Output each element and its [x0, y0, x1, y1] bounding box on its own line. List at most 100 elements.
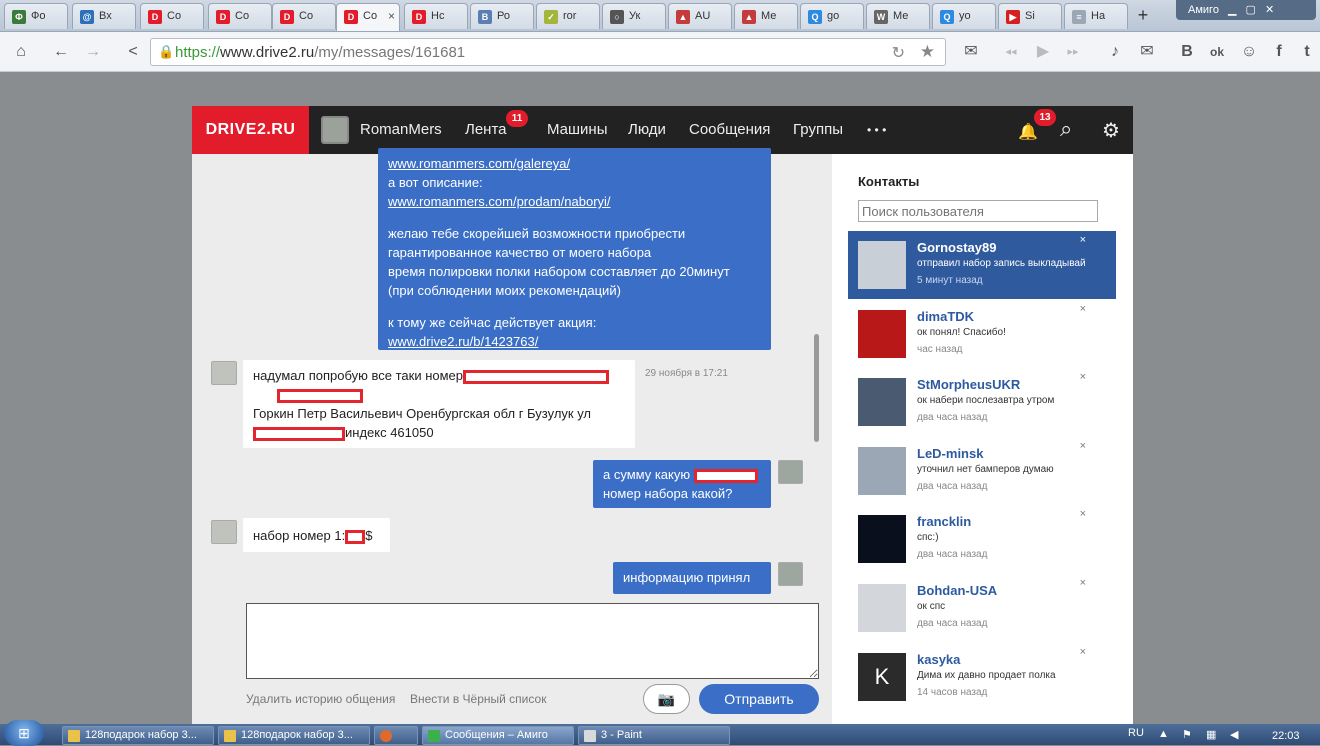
nav-feed[interactable]: Лента — [465, 121, 507, 138]
taskbar-item[interactable]: 128подарок набор 3... — [62, 726, 214, 745]
taskbar-item[interactable] — [374, 726, 418, 745]
back-icon[interactable]: ← — [48, 40, 74, 64]
blacklist-link[interactable]: Внести в Чёрный список — [410, 692, 546, 706]
close-icon[interactable]: × — [1080, 508, 1086, 520]
next-track-icon[interactable]: ▸▸ — [1060, 40, 1086, 64]
nav-cars[interactable]: Машины — [547, 121, 607, 138]
close-icon[interactable]: × — [1080, 440, 1086, 452]
mail-icon[interactable]: ✉ — [958, 40, 984, 64]
close-icon[interactable]: × — [1080, 646, 1086, 658]
address-bar[interactable]: 🔒 https://www.drive2.ru/my/messages/1616… — [150, 38, 946, 66]
nav-people[interactable]: Люди — [628, 121, 666, 138]
language-indicator[interactable]: RU — [1128, 727, 1144, 739]
contact-item[interactable]: LeD-minsk уточнил нет бамперов думаю два ч… — [848, 437, 1116, 505]
start-button[interactable]: ⊞ — [4, 720, 44, 746]
avatar[interactable] — [211, 361, 237, 385]
forward-icon[interactable]: → — [80, 40, 106, 64]
contact-time: час назад — [917, 343, 963, 355]
site-logo[interactable]: DRIVE2.RU — [192, 106, 309, 154]
new-tab-button[interactable]: + — [1130, 5, 1156, 27]
avatar[interactable] — [321, 116, 349, 144]
music-icon[interactable]: ♪ — [1102, 40, 1128, 64]
browser-tab[interactable]: ○ Ук — [602, 3, 666, 29]
contact-item[interactable]: francklin спс:) два часа назад × — [848, 505, 1116, 573]
browser-tab[interactable]: ▲ AU — [668, 3, 732, 29]
browser-tab[interactable]: D Со — [140, 3, 204, 29]
avatar[interactable] — [778, 460, 803, 484]
send-button[interactable]: Отправить — [699, 684, 819, 714]
browser-tab[interactable]: B Ро — [470, 3, 534, 29]
contact-search-input[interactable] — [858, 200, 1098, 222]
message-link[interactable]: www.romanmers.com/galereya/ — [388, 156, 570, 171]
tray-arrow-icon[interactable]: ▲ — [1158, 728, 1169, 740]
nav-messages[interactable]: Сообщения — [689, 121, 770, 138]
taskbar-item[interactable]: 3 - Paint — [578, 726, 730, 745]
close-icon[interactable]: × — [1080, 303, 1086, 315]
contact-item[interactable]: Bohdan-USA ок спс два часа назад × — [848, 574, 1116, 642]
bell-icon[interactable]: 🔔 — [1018, 122, 1038, 142]
network-icon[interactable]: ▦ — [1206, 728, 1216, 741]
odnoklassniki-icon[interactable]: ok — [1204, 40, 1230, 64]
close-window-icon[interactable]: ✕ — [1265, 4, 1274, 16]
contacts-title: Контакты — [858, 174, 920, 189]
browser-tab[interactable]: ✓ ror — [536, 3, 600, 29]
browser-tab[interactable]: ▶ Si — [998, 3, 1062, 29]
play-icon[interactable]: ▶ — [1030, 40, 1056, 64]
browser-tab[interactable]: D Нс — [404, 3, 468, 29]
vk-icon[interactable]: B — [1174, 40, 1200, 64]
close-icon[interactable]: × — [1080, 371, 1086, 383]
nav-more[interactable]: • • • — [867, 123, 886, 137]
browser-tab[interactable]: ▲ Ме — [734, 3, 798, 29]
contact-name: kasyka — [917, 651, 961, 667]
group-icon[interactable]: ☺ — [1236, 40, 1262, 64]
search-icon[interactable]: ⌕ — [1060, 116, 1072, 142]
contact-item[interactable]: Gornostay89 отправил набор запись выклады… — [848, 231, 1116, 299]
message-incoming: надумал попробую все таки номер Горкин П… — [243, 360, 635, 448]
browser-tab-label: Со — [299, 10, 314, 22]
twitter-icon[interactable]: t — [1294, 40, 1320, 64]
minimize-icon[interactable]: ▁ — [1228, 4, 1236, 16]
volume-icon[interactable]: ◀ — [1230, 728, 1238, 741]
home-icon[interactable]: ⌂ — [8, 40, 34, 64]
browser-tab[interactable]: ≡ На — [1064, 3, 1128, 29]
contact-item[interactable]: Kkasyka Дима их давно продает полка 14 час… — [848, 643, 1116, 711]
close-icon[interactable]: × — [1080, 577, 1086, 589]
message-link[interactable]: www.romanmers.com/prodam/naboryi/ — [388, 194, 611, 209]
browser-tab[interactable]: Qyo — [932, 3, 996, 29]
nav-groups[interactable]: Группы — [793, 121, 843, 138]
browser-tab[interactable]: Ф Фо — [4, 3, 68, 29]
browser-tab[interactable]: D Со — [272, 3, 336, 29]
maximize-icon[interactable]: ▢ — [1246, 4, 1256, 16]
avatar[interactable] — [778, 562, 803, 586]
contact-item[interactable]: StMorpheusUKR ок набери послезавтра утром… — [848, 368, 1116, 436]
bookmark-star-icon[interactable]: ★ — [920, 42, 935, 62]
share-icon[interactable]: < — [120, 40, 146, 64]
browser-tab[interactable]: D Со — [208, 3, 272, 29]
browser-tab[interactable]: @ Вх — [72, 3, 136, 29]
delete-history-link[interactable]: Удалить историю общения — [246, 692, 395, 706]
browser-tab[interactable]: Qgo — [800, 3, 864, 29]
clock[interactable]: 22:03 — [1272, 730, 1300, 742]
gear-icon[interactable]: ⚙ — [1102, 118, 1120, 143]
header-user-name[interactable]: RomanMers — [360, 121, 442, 138]
reload-icon[interactable]: ↻ — [892, 43, 905, 63]
close-icon[interactable]: × — [1080, 234, 1086, 246]
chat-icon[interactable]: ✉ — [1134, 40, 1160, 64]
avatar[interactable] — [211, 520, 237, 544]
taskbar-item[interactable]: 128подарок набор 3... — [218, 726, 370, 745]
message-text: (при соблюдении моих рекомендаций) — [388, 283, 621, 298]
close-tab-icon[interactable]: × — [388, 9, 395, 23]
redaction-mark — [253, 426, 345, 441]
chat-scrollbar[interactable] — [814, 334, 819, 442]
message-link[interactable]: www.drive2.ru/b/1423763/ — [388, 334, 538, 349]
browser-tab[interactable]: W Ме — [866, 3, 930, 29]
prev-track-icon[interactable]: ◂◂ — [998, 40, 1024, 64]
facebook-icon[interactable]: f — [1266, 40, 1292, 64]
browser-tab[interactable]: D Со × — [336, 3, 400, 31]
message-input[interactable] — [246, 603, 819, 679]
flag-icon[interactable]: ⚑ — [1182, 728, 1192, 741]
taskbar-item[interactable]: Сообщения – Амиго — [422, 726, 574, 745]
camera-button[interactable]: 📷 — [643, 684, 690, 714]
contact-item[interactable]: dimaTDK ок понял! Спасибо! час назад × — [848, 300, 1116, 368]
message-text: Горкин Петр Васильевич Оренбургская обл … — [253, 406, 592, 421]
